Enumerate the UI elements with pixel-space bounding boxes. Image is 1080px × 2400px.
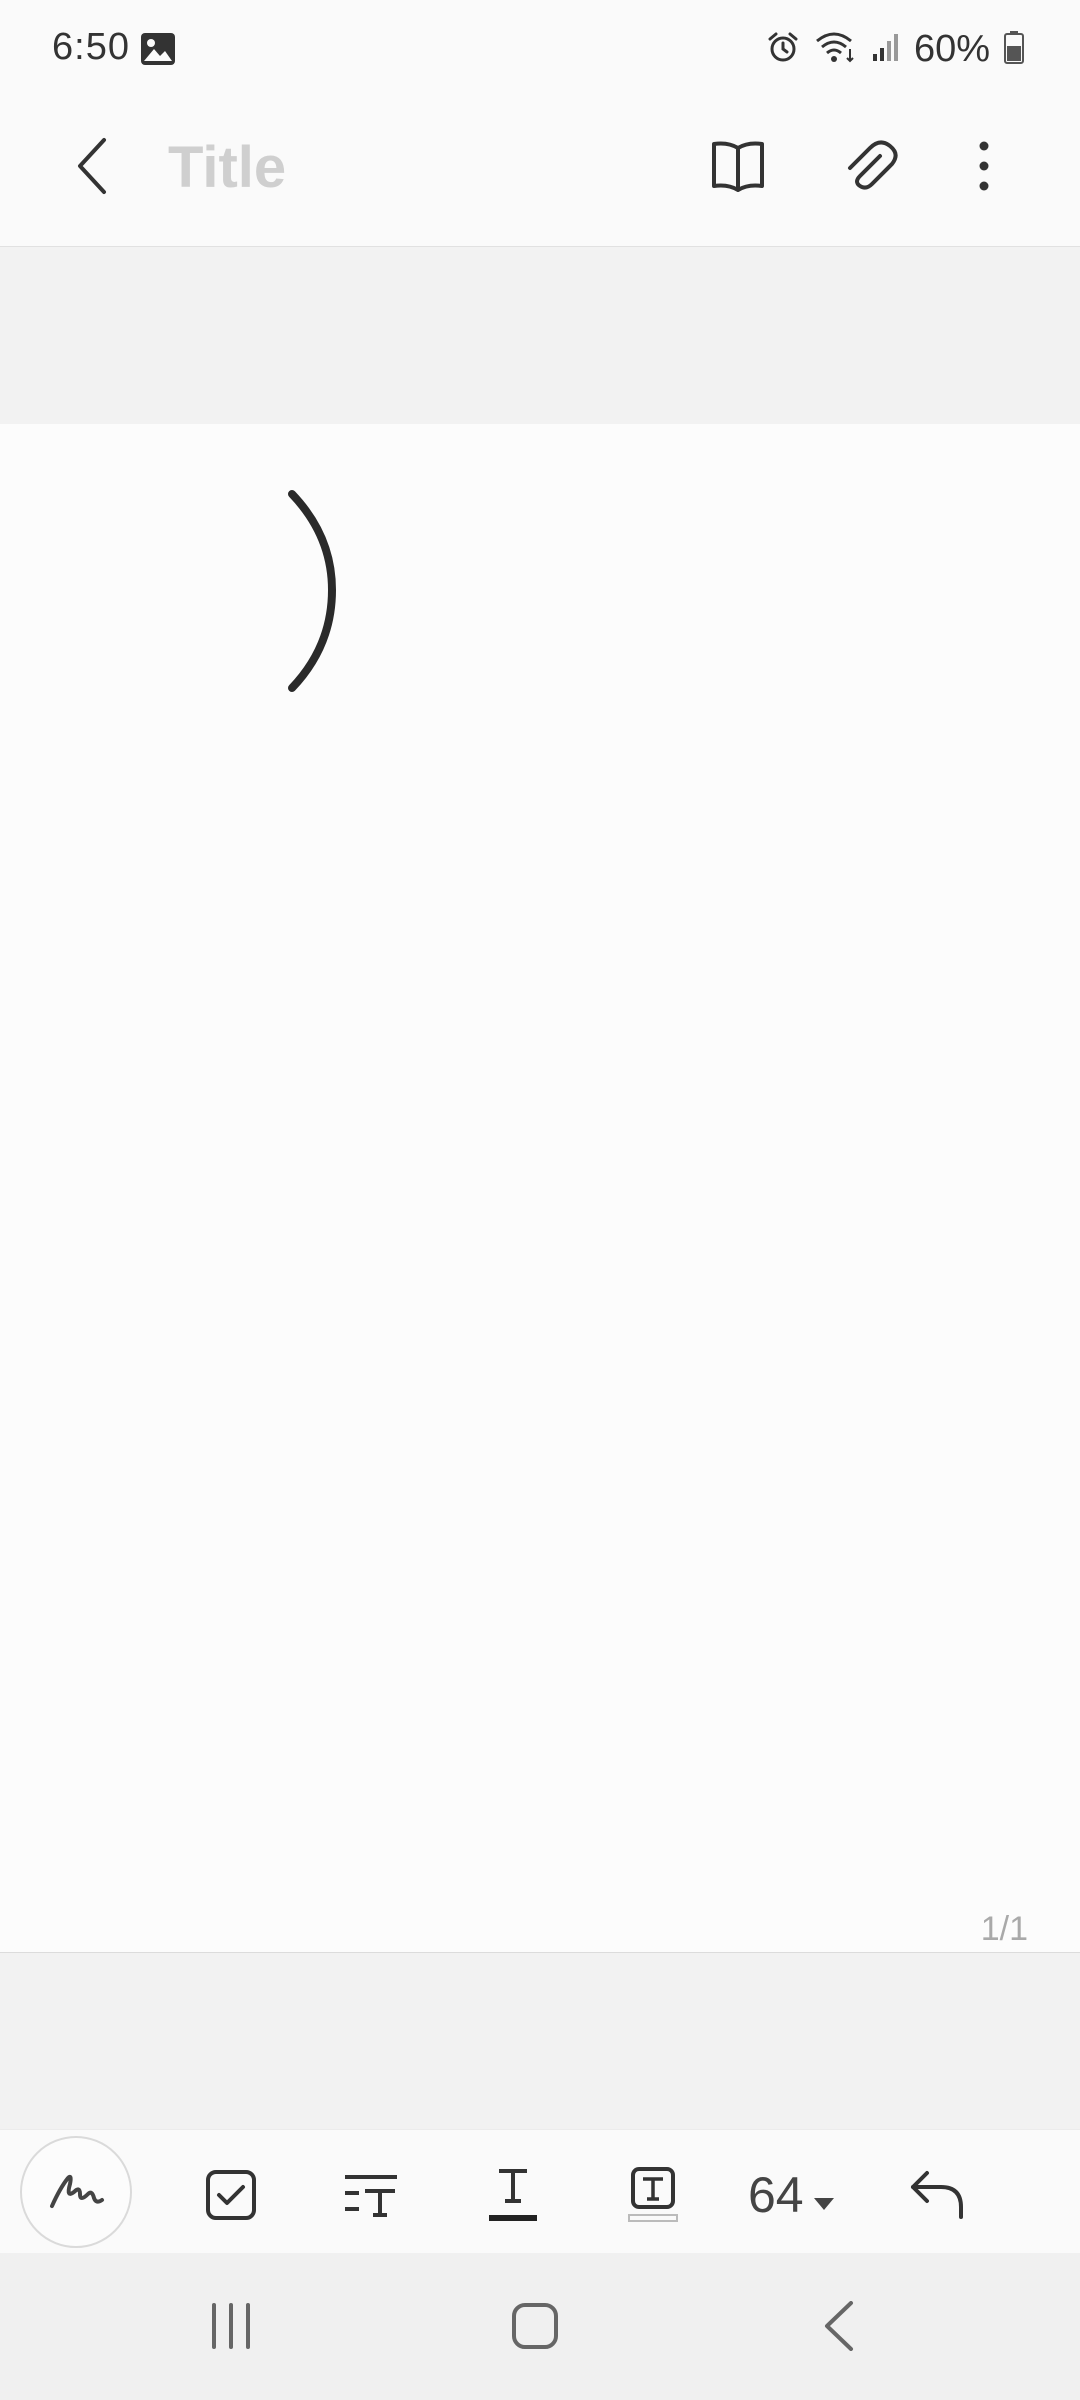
page-margin-bottom <box>0 1953 1080 2129</box>
battery-icon <box>1004 30 1024 69</box>
pen-icon <box>46 2168 106 2217</box>
checkbox-icon[interactable] <box>186 2150 276 2240</box>
pen-mode-button[interactable] <box>20 2136 132 2248</box>
more-vert-icon[interactable] <box>962 126 1006 206</box>
page-margin-top <box>0 247 1080 424</box>
handwriting-canvas[interactable] <box>0 424 1080 1953</box>
back-icon[interactable] <box>804 2294 874 2358</box>
page-indicator: 1/1 <box>980 1910 1028 1948</box>
book-icon[interactable] <box>700 126 776 206</box>
font-size-selector[interactable]: 64 <box>748 2160 836 2230</box>
status-right-group: 60% <box>766 26 1024 72</box>
alarm-icon <box>766 30 800 69</box>
dropdown-triangle-icon <box>812 2166 836 2224</box>
gallery-icon <box>140 32 176 66</box>
back-arrow-icon[interactable] <box>60 126 124 206</box>
title-input[interactable]: Title <box>168 128 628 208</box>
signal-icon <box>872 32 900 67</box>
underline-text-icon[interactable] <box>468 2150 558 2240</box>
wifi-icon <box>814 29 858 70</box>
status-time: 6:50 <box>52 26 130 68</box>
text-box-icon[interactable] <box>608 2150 698 2240</box>
font-size-value: 64 <box>748 2167 804 2223</box>
text-style-icon[interactable] <box>326 2150 416 2240</box>
handwritten-stroke <box>280 486 344 696</box>
undo-icon[interactable] <box>892 2150 982 2240</box>
recents-icon[interactable] <box>196 2294 266 2358</box>
paperclip-icon[interactable] <box>832 126 908 206</box>
home-icon[interactable] <box>500 2294 570 2358</box>
battery-percent: 60% <box>913 27 990 70</box>
